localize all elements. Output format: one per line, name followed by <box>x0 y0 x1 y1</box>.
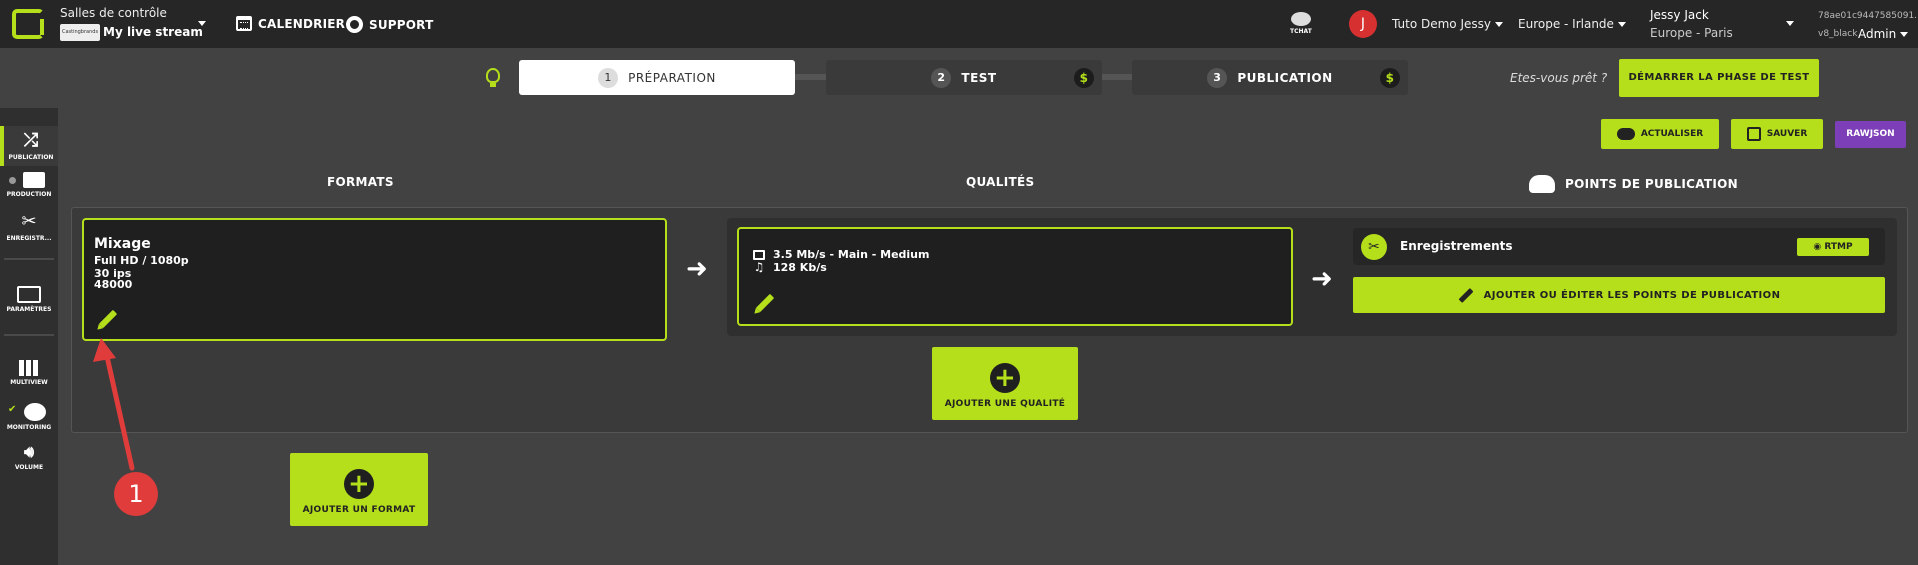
annotation-arrow <box>93 338 135 471</box>
annotation-badge: 1 <box>114 472 158 516</box>
